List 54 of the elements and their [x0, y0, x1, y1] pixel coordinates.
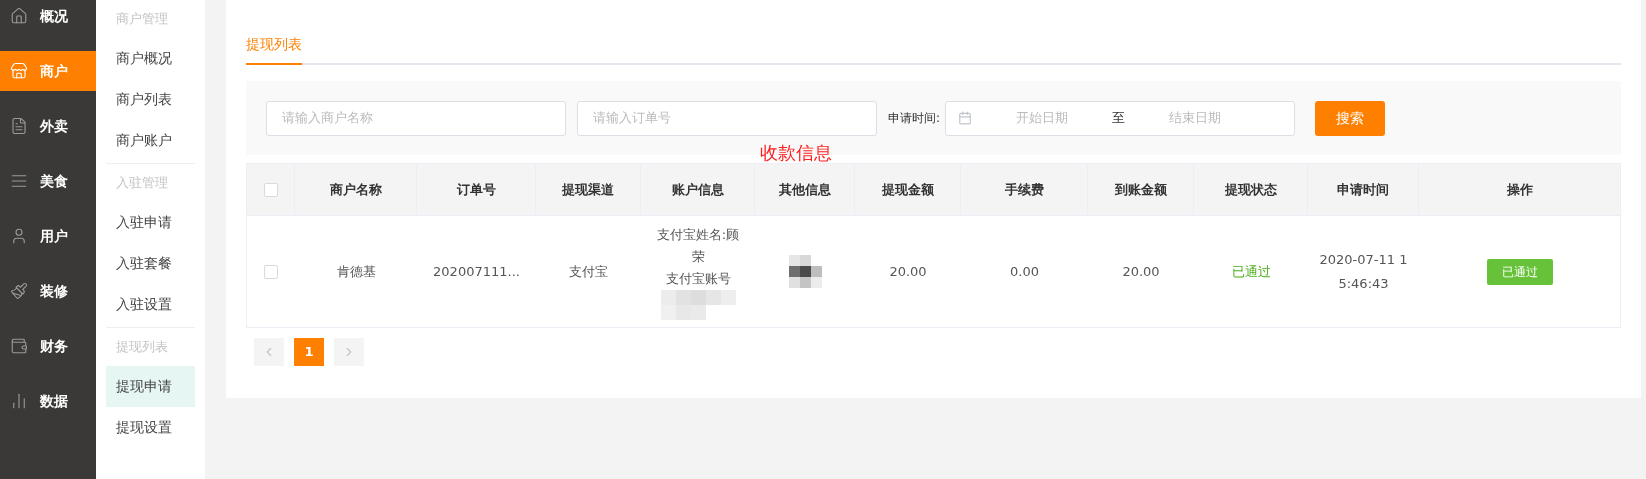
table-cell-text: 0.00: [1010, 262, 1039, 281]
sub-nav-item[interactable]: 商户列表: [106, 79, 195, 120]
column-header: 提现渠道: [562, 180, 614, 199]
wallet-icon: [10, 337, 28, 355]
calendar-icon: [958, 111, 973, 125]
column-header: 订单号: [456, 180, 496, 199]
column-header: 到账金额: [1114, 180, 1167, 199]
nav-item[interactable]: 财务: [0, 326, 96, 366]
pixelated-redaction: [788, 255, 822, 288]
sub-nav-item[interactable]: 商户概况: [106, 38, 195, 79]
brush-icon: [10, 282, 28, 300]
column-header: 手续费: [1004, 180, 1044, 199]
nav-item[interactable]: 概况: [0, 0, 96, 36]
column-header: 商户名称: [329, 180, 382, 199]
table-cell-text: 2020-07-11 15:46:43: [1318, 250, 1409, 293]
checkbox[interactable]: [264, 264, 278, 279]
menu-icon: [10, 172, 28, 190]
column-header: 操作: [1506, 180, 1533, 199]
status-text: 已通过: [1231, 262, 1271, 281]
sub-nav-item[interactable]: 入驻设置: [106, 284, 195, 325]
table-cell-text: 支付宝: [569, 262, 608, 281]
table-cell-text: 肯德基: [336, 262, 376, 281]
table-cell-text: 20.00: [889, 262, 927, 281]
document-icon: [10, 117, 28, 135]
user-icon: [10, 227, 28, 245]
next-page-button[interactable]: [334, 338, 364, 366]
column-header: 其他信息: [778, 180, 831, 199]
column-header: 账户信息: [671, 180, 724, 199]
section-heading: 提现列表: [115, 338, 169, 357]
table-cell-text: 20.00: [1122, 262, 1160, 281]
sub-nav-item[interactable]: 提现申请: [106, 366, 195, 407]
field-label: 申请时间:: [888, 110, 941, 127]
nav-item[interactable]: 美食: [0, 161, 96, 201]
previous-page-button[interactable]: [254, 338, 284, 366]
nav-item[interactable]: 外卖: [0, 106, 96, 146]
home-icon: [10, 7, 28, 25]
sub-nav-item[interactable]: 入驻申请: [106, 202, 195, 243]
nav-item[interactable]: 用户: [0, 216, 96, 256]
date-range-field[interactable]: 开始日期 至 结束日期: [945, 100, 1296, 136]
bar-chart-icon: [10, 392, 28, 410]
sub-nav-item[interactable]: 提现设置: [106, 407, 195, 448]
column-header: 提现金额: [881, 180, 934, 199]
sub-nav-item[interactable]: 入驻套餐: [106, 243, 195, 284]
column-header: 提现状态: [1224, 180, 1277, 199]
table-cell-text: 支付宝姓名:顾荣: [655, 225, 741, 266]
table-cell-text: 202007111...: [433, 262, 520, 281]
table-cell-text: 支付宝账号: [665, 269, 731, 288]
nav-item[interactable]: 装修: [0, 271, 96, 311]
store-icon: [10, 62, 28, 80]
annotation-label: 收款信息: [760, 144, 832, 162]
column-header: 申请时间: [1337, 180, 1389, 199]
sub-nav-item[interactable]: 商户账户: [106, 120, 195, 161]
nav-item[interactable]: 数据: [0, 381, 96, 421]
checkbox[interactable]: [263, 182, 278, 197]
